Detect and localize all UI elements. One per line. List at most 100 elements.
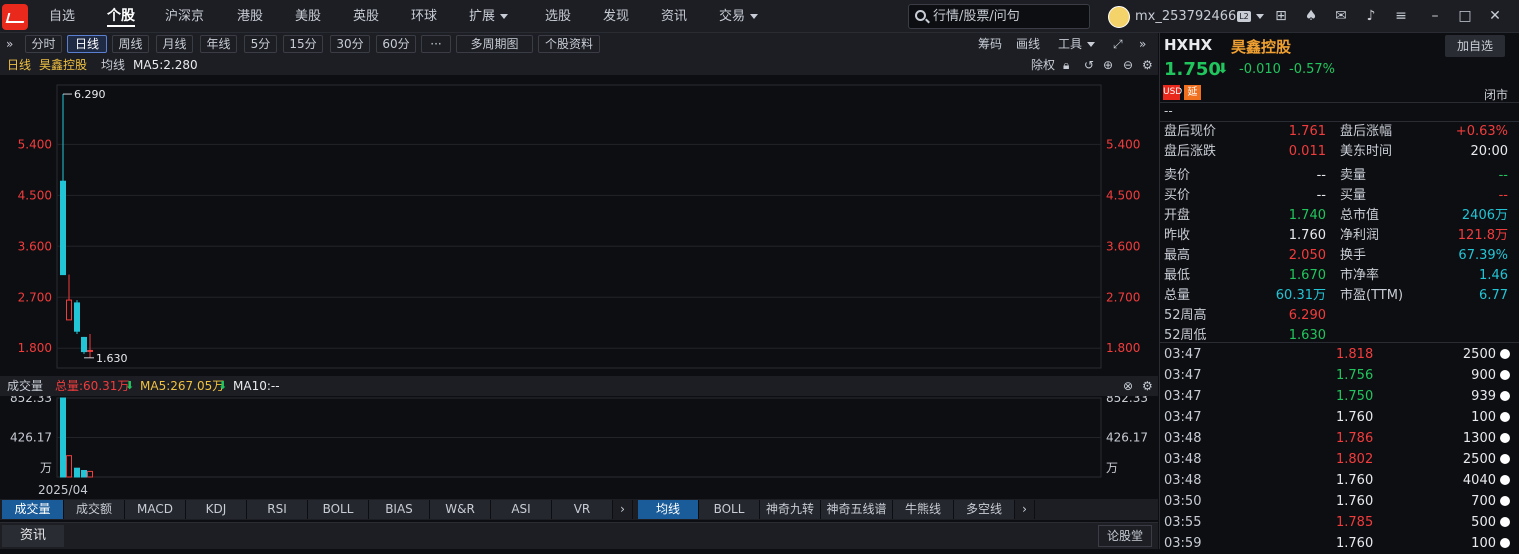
kline-chart[interactable]: 5.400 5.400 4.500 4.500 3.600 3.600 2.700 2.700… bbox=[0, 75, 1158, 375]
ind-vr[interactable]: VR bbox=[552, 500, 613, 519]
ind-ma[interactable]: 均线 bbox=[638, 500, 699, 519]
trade-time: 03:48 bbox=[1164, 473, 1202, 488]
undo-icon[interactable]: ↺ bbox=[1084, 55, 1094, 75]
period-weekly[interactable]: 周线 bbox=[112, 35, 149, 53]
ind-macd[interactable]: MACD bbox=[125, 500, 186, 519]
quote-label: 最低 bbox=[1164, 268, 1191, 283]
trade-price: 1.750 bbox=[1336, 389, 1374, 404]
nav-global[interactable]: 环球 bbox=[411, 0, 437, 33]
nav-hk[interactable]: 港股 bbox=[237, 0, 263, 33]
nav-hs[interactable]: 沪深京 bbox=[165, 0, 204, 33]
ind-bull-bear[interactable]: 牛熊线 bbox=[893, 500, 954, 519]
zoom-in-icon[interactable]: ⊕ bbox=[1103, 55, 1113, 75]
chevron-down-icon[interactable] bbox=[1256, 14, 1264, 19]
quote-value: 2406万 bbox=[1461, 208, 1508, 223]
quote-row: 昨收 1.760 净利润 121.8万 bbox=[1160, 226, 1510, 246]
period-30m[interactable]: 30分 bbox=[330, 35, 370, 53]
level-badge: L2 bbox=[1237, 11, 1251, 22]
ind-boll[interactable]: BOLL bbox=[308, 500, 369, 519]
stock-name-label[interactable]: 昊鑫控股 bbox=[39, 55, 87, 75]
adjust-button[interactable]: 除权 bbox=[1031, 55, 1055, 75]
quote-row: 最高 2.050 换手 67.39% bbox=[1160, 246, 1510, 266]
period-60m[interactable]: 60分 bbox=[376, 35, 416, 53]
lock-icon[interactable]: 🔒︎ bbox=[1063, 55, 1069, 75]
ind-asi[interactable]: ASI bbox=[491, 500, 552, 519]
ma-label[interactable]: 均线 bbox=[101, 55, 125, 75]
period-yearly[interactable]: 年线 bbox=[200, 35, 237, 53]
tools-label: 工具 bbox=[1058, 37, 1083, 51]
quote-value: 2.050 bbox=[1288, 248, 1326, 263]
ind-long-short[interactable]: 多空线 bbox=[954, 500, 1015, 519]
trade-time: 03:47 bbox=[1164, 368, 1202, 383]
app-logo-icon[interactable] bbox=[2, 4, 28, 30]
shirt-icon[interactable]: ♠ bbox=[1303, 8, 1319, 24]
nav-us[interactable]: 美股 bbox=[295, 0, 321, 33]
ind-volume[interactable]: 成交量 bbox=[2, 500, 64, 519]
forum-button[interactable]: 论股堂 bbox=[1098, 525, 1152, 547]
nav-stock[interactable]: 个股 bbox=[107, 0, 135, 33]
period-15m[interactable]: 15分 bbox=[283, 35, 323, 53]
nav-uk[interactable]: 英股 bbox=[353, 0, 379, 33]
volume-bar bbox=[60, 397, 66, 478]
ind-wr[interactable]: W&R bbox=[430, 500, 491, 519]
zoom-out-icon[interactable]: ⊖ bbox=[1123, 55, 1133, 75]
chevron-right-icon[interactable]: › bbox=[1015, 500, 1035, 519]
volume-title: 成交量 bbox=[7, 379, 44, 393]
y-tick-right: 3.600 bbox=[1106, 239, 1140, 253]
period-monthly[interactable]: 月线 bbox=[156, 35, 193, 53]
period-daily[interactable]: 日线 bbox=[67, 35, 107, 53]
ind-rsi[interactable]: RSI bbox=[247, 500, 308, 519]
collapse-icon[interactable]: » bbox=[1139, 35, 1146, 53]
avatar[interactable] bbox=[1108, 6, 1130, 28]
chips-button[interactable]: 筹码 bbox=[978, 35, 1002, 53]
y-tick-right: 2.700 bbox=[1106, 290, 1140, 304]
add-watchlist-button[interactable]: 加自选 bbox=[1445, 35, 1505, 57]
maximize-icon[interactable]: □ bbox=[1457, 8, 1473, 24]
close-indicator-icon[interactable]: ⊗ bbox=[1123, 376, 1133, 396]
bell-icon[interactable]: ♪ bbox=[1363, 8, 1379, 24]
volume-total: 总量:60.31万 bbox=[55, 379, 130, 393]
period-5m[interactable]: 5分 bbox=[244, 35, 277, 53]
price-change-pct: -0.57% bbox=[1289, 62, 1335, 77]
chevron-right-icon[interactable]: › bbox=[613, 500, 633, 519]
mail-icon[interactable]: ✉ bbox=[1333, 8, 1349, 24]
ind-boll-main[interactable]: BOLL bbox=[699, 500, 760, 519]
expand-icon[interactable]: » bbox=[6, 35, 13, 53]
quote-row: 买价 -- 买量 -- bbox=[1160, 186, 1510, 206]
stock-profile-button[interactable]: 个股资料 bbox=[538, 35, 600, 53]
draw-button[interactable]: 画线 bbox=[1016, 35, 1040, 53]
menu-icon[interactable]: ≡ bbox=[1393, 8, 1409, 24]
ind-bias[interactable]: BIAS bbox=[369, 500, 430, 519]
trade-price: 1.802 bbox=[1336, 452, 1374, 467]
trade-time: 03:47 bbox=[1164, 347, 1202, 362]
fullscreen-icon[interactable]: ⤢ bbox=[1113, 35, 1123, 53]
ind-five-lines[interactable]: 神奇五线谱 bbox=[821, 500, 893, 519]
news-tab[interactable]: 资讯 bbox=[2, 525, 64, 547]
ind-kdj[interactable]: KDJ bbox=[186, 500, 247, 519]
multi-period-button[interactable]: 多周期图 bbox=[456, 35, 533, 53]
quote-label: 美东时间 bbox=[1340, 144, 1393, 159]
close-icon[interactable]: ✕ bbox=[1487, 8, 1503, 24]
quote-label: 买价 bbox=[1164, 188, 1191, 203]
minimize-icon[interactable]: – bbox=[1427, 8, 1443, 24]
period-intraday[interactable]: 分时 bbox=[25, 35, 62, 53]
quote-value: 1.761 bbox=[1288, 124, 1326, 139]
nav-trade[interactable]: 交易 bbox=[719, 0, 759, 33]
trade-row: 03:47 1.760 100 bbox=[1160, 407, 1510, 428]
nav-watchlist[interactable]: 自选 bbox=[49, 0, 75, 33]
nav-news[interactable]: 资讯 bbox=[661, 0, 687, 33]
settings-gear-icon[interactable]: ⚙ bbox=[1142, 376, 1153, 396]
more-periods-button[interactable]: ··· bbox=[421, 35, 451, 53]
ind-amount[interactable]: 成交额 bbox=[64, 500, 125, 519]
quote-row: 开盘 1.740 总市值 2406万 bbox=[1160, 206, 1510, 226]
grid-icon[interactable]: ⊞ bbox=[1273, 8, 1289, 24]
ind-td9[interactable]: 神奇九转 bbox=[760, 500, 821, 519]
settings-gear-icon[interactable]: ⚙ bbox=[1142, 55, 1153, 75]
nav-extend[interactable]: 扩展 bbox=[469, 0, 509, 33]
tools-button[interactable]: 工具 bbox=[1058, 35, 1096, 53]
nav-screener[interactable]: 选股 bbox=[545, 0, 571, 33]
search-input[interactable]: 行情/股票/问句 bbox=[908, 4, 1090, 29]
nav-discover[interactable]: 发现 bbox=[603, 0, 629, 33]
volume-chart[interactable]: 852.33 852.33 426.17 426.17 万 万 2025/04 bbox=[0, 391, 1158, 498]
username[interactable]: mx_253792466 bbox=[1135, 0, 1236, 33]
